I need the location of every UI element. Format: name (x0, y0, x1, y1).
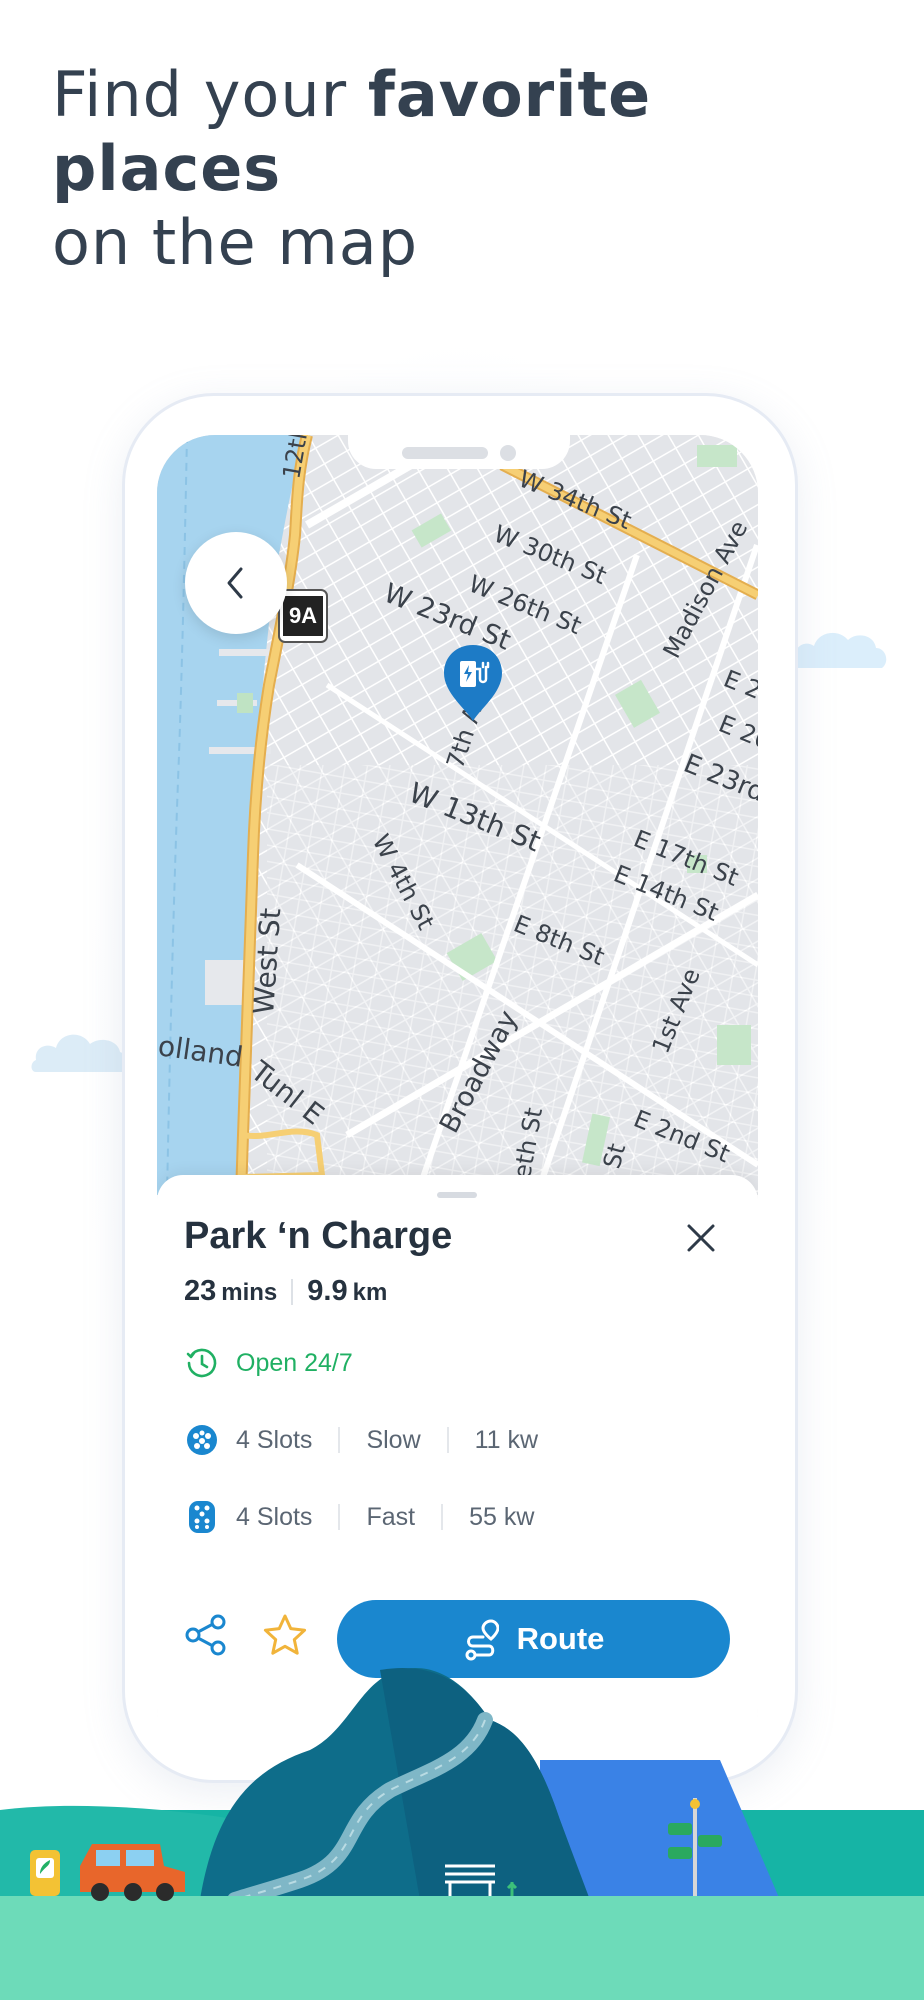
cloud-right-illustration (792, 632, 887, 668)
charger-row-fast: 4 Slots Fast 55 kw (184, 1499, 534, 1535)
slow-speed: Slow (366, 1425, 421, 1454)
slow-slots: 4 Slots (236, 1425, 313, 1454)
notch-speaker (402, 447, 488, 459)
route-label: Route (516, 1621, 605, 1656)
phone-notch (348, 435, 570, 469)
opening-hours-row: Open 24/7 (184, 1345, 353, 1381)
back-button[interactable] (185, 532, 287, 634)
chevron-left-icon (227, 567, 243, 599)
duration-unit: mins (221, 1279, 278, 1306)
distance-unit: km (352, 1279, 388, 1306)
fast-slots: 4 Slots (236, 1502, 313, 1531)
clock-icon (184, 1345, 220, 1381)
route-shield-label: 9A (289, 603, 317, 628)
charging-station-pin-icon[interactable] (442, 643, 504, 723)
cloud-left-illustration (31, 1034, 128, 1072)
duration-value: 23 (184, 1275, 217, 1307)
distance-value: 9.9 (307, 1275, 348, 1307)
divider (338, 1427, 341, 1453)
fast-power: 55 kw (469, 1502, 535, 1531)
divider (291, 1278, 294, 1305)
plug-ccs-icon (184, 1499, 220, 1535)
divider (446, 1427, 449, 1453)
fast-speed: Fast (366, 1502, 416, 1531)
plug-type2-icon (184, 1422, 220, 1458)
headline: Find your favorite places on the map (52, 58, 892, 280)
star-icon[interactable] (262, 1613, 308, 1657)
headline-prefix: Find your (52, 58, 368, 131)
route-icon (465, 1619, 499, 1661)
slow-power: 11 kw (474, 1425, 539, 1454)
travel-info: 23 mins 9.9 km (184, 1275, 387, 1308)
place-title: Park ‘n Charge (184, 1215, 453, 1257)
close-icon[interactable] (683, 1220, 719, 1256)
headline-suffix: on the map (52, 206, 419, 279)
map-view[interactable]: 9A W 34th St W 30th St W 26th St W 23rd … (157, 435, 758, 1195)
landscape-illustration (0, 1668, 924, 2000)
divider (441, 1504, 444, 1530)
charger-row-slow: 4 Slots Slow 11 kw (184, 1422, 538, 1458)
phone-screen: 9A W 34th St W 30th St W 26th St W 23rd … (157, 435, 758, 1765)
sheet-drag-handle[interactable] (437, 1192, 477, 1198)
notch-camera (500, 445, 516, 461)
share-icon[interactable] (184, 1613, 228, 1657)
divider (338, 1504, 341, 1530)
opening-hours: Open 24/7 (236, 1348, 353, 1377)
